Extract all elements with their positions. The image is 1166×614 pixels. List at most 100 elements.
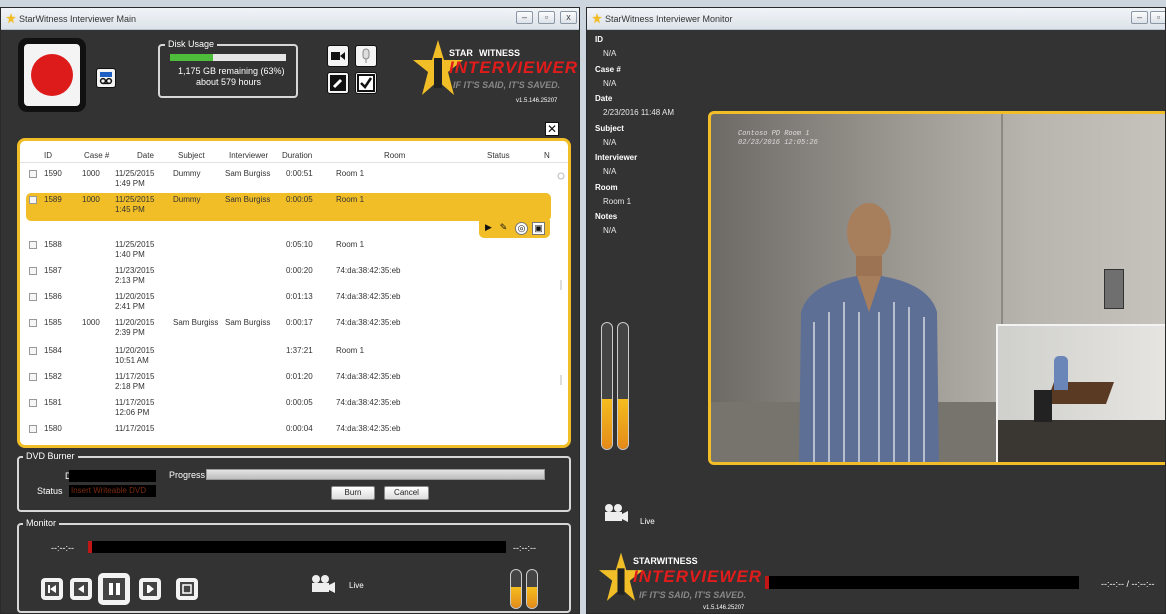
version-label: v1.5.146.25207 [516, 98, 558, 104]
cell-id: 1580 [44, 424, 62, 433]
row-checkbox[interactable] [29, 319, 37, 327]
table-row[interactable]: 1581 11/17/2015 0:00:05 74:da:38:42:35:eb 12… [20, 397, 568, 421]
cancel-button[interactable]: Cancel [384, 486, 429, 500]
info-value: Room 1 [603, 196, 632, 206]
close-window-button[interactable]: x [560, 11, 577, 24]
monitor-window-seek-bar[interactable] [765, 576, 1079, 589]
col-date[interactable]: Date [137, 151, 154, 160]
row-checkbox[interactable] [29, 241, 37, 249]
edit-recording-button[interactable]: ✎ [497, 222, 510, 235]
cell-id: 1584 [44, 346, 62, 355]
col-room[interactable]: Room [384, 151, 405, 160]
table-row[interactable]: 1586 11/20/2015 0:01:13 74:da:38:42:35:eb 2:… [20, 291, 568, 315]
col-subject[interactable]: Subject [178, 151, 205, 160]
row-checkbox[interactable] [29, 170, 37, 178]
checklist-button[interactable] [355, 72, 377, 94]
app-star-icon [6, 13, 16, 24]
col-notes[interactable]: N [544, 151, 550, 160]
overlay-line-2: 02/23/2016 12:05:26 [738, 139, 818, 147]
cell-room: 74:da:38:42:35:eb [336, 292, 401, 301]
disk-usage-bar [170, 54, 286, 61]
cell-case: 1000 [82, 195, 100, 204]
table-row[interactable]: 1584 11/20/2015 1:37:21 Room 1 10:51 AM [20, 345, 568, 369]
list-header: ID Case # Date Subject Interviewer Durat… [20, 149, 568, 163]
bookmark-button[interactable] [176, 578, 198, 600]
cell-room: 74:da:38:42:35:eb [336, 372, 401, 381]
cell-date1: 11/20/2015 [115, 318, 155, 327]
table-row[interactable]: 1590 1000 11/25/2015 Dummy Sam Burgiss 0:00:5… [20, 168, 568, 192]
recordings-list: ID Case # Date Subject Interviewer Durat… [17, 138, 571, 448]
maximize-button[interactable]: ▫ [1150, 11, 1165, 24]
cell-id: 1581 [44, 398, 62, 407]
pause-button[interactable] [98, 573, 130, 605]
logo-witness-text: WITNESS [479, 48, 521, 58]
minimize-button[interactable]: – [516, 11, 533, 24]
cell-id: 1590 [44, 169, 62, 178]
play-recording-button[interactable]: ▶ [482, 222, 495, 235]
overlay-line-1: Contoso PD Room 1 [738, 130, 810, 138]
maximize-button[interactable]: ▫ [538, 11, 555, 24]
step-forward-button[interactable] [139, 578, 161, 600]
list-scrollbar[interactable] [556, 165, 566, 445]
col-id[interactable]: ID [44, 151, 52, 160]
monitor-legend: Monitor [23, 518, 60, 528]
info-label: Interviewer [595, 153, 638, 162]
info-label: Notes [595, 212, 618, 221]
table-row[interactable]: 1587 11/23/2015 0:00:20 74:da:38:42:35:eb 2:… [20, 265, 568, 289]
table-row[interactable]: 1582 11/17/2015 0:01:20 74:da:38:42:35:eb 2:… [20, 371, 568, 395]
cell-date1: 11/20/2015 [115, 346, 155, 355]
table-row[interactable]: 1588 11/25/2015 0:05:10 Room 1 1:40 PM [20, 239, 568, 263]
row-checkbox[interactable] [29, 293, 37, 301]
disc-field[interactable] [69, 470, 156, 482]
row-checkbox[interactable] [29, 399, 37, 407]
camera-button[interactable] [327, 45, 349, 67]
cell-date1: 11/17/2015 [115, 372, 155, 381]
record-button[interactable] [18, 38, 86, 112]
cell-duration: 0:01:13 [286, 292, 313, 301]
record-icon [31, 54, 73, 96]
col-duration[interactable]: Duration [282, 151, 312, 160]
video-camera-icon [331, 52, 345, 60]
row-checkbox[interactable] [29, 267, 37, 275]
cell-id: 1589 [44, 195, 62, 204]
col-case[interactable]: Case # [84, 151, 109, 160]
monitor-window-live-label: Live [640, 517, 655, 526]
monitor-titlebar: StarWitness Interviewer Monitor – ▫ [587, 8, 1165, 30]
row-checkbox[interactable] [29, 425, 37, 433]
cell-duration: 0:00:17 [286, 318, 313, 327]
col-interviewer[interactable]: Interviewer [229, 151, 268, 160]
table-row[interactable]: 1589 1000 11/25/2015 Dummy Sam Burgiss 0:00:0… [20, 194, 568, 218]
cell-duration: 0:00:51 [286, 169, 313, 178]
burn-button[interactable]: Burn [331, 486, 375, 500]
logo-interviewer-text: INTERVIEWER [449, 58, 579, 77]
seek-marker [88, 541, 92, 553]
voicemail-button[interactable] [96, 68, 116, 88]
row-checkbox[interactable] [29, 196, 37, 204]
info-label: Case # [595, 64, 621, 74]
skip-back-icon [45, 582, 59, 596]
info-value: N/A [603, 137, 617, 147]
row-checkbox[interactable] [29, 347, 37, 355]
disk-remaining-text: 1,175 GB remaining (63%) [178, 66, 285, 76]
main-window: StarWitness Interviewer Main – ▫ x Disk … [0, 7, 580, 614]
monitor-meter-right [617, 322, 629, 450]
cell-room: 74:da:38:42:35:eb [336, 266, 401, 275]
monitor-seek-bar[interactable] [88, 541, 506, 553]
save-recording-button[interactable]: ▣ [532, 222, 545, 235]
col-status[interactable]: Status [487, 151, 510, 160]
minimize-button[interactable]: – [1131, 11, 1148, 24]
burn-recording-button[interactable]: ◎ [515, 222, 528, 235]
settings-button[interactable] [327, 72, 349, 94]
table-row[interactable]: 1585 1000 11/20/2015 Sam Burgiss Sam Burgiss… [20, 317, 568, 341]
skip-back-button[interactable] [41, 578, 63, 600]
cell-id: 1582 [44, 372, 62, 381]
table-row[interactable]: 1580 11/17/2015 0:00:04 74:da:38:42:35:eb [20, 423, 568, 445]
cell-interviewer: Sam Burgiss [225, 169, 271, 178]
row-checkbox[interactable] [29, 373, 37, 381]
microphone-button[interactable] [355, 45, 377, 67]
step-back-button[interactable] [70, 578, 92, 600]
cell-time: 2:39 PM [115, 328, 145, 337]
cell-duration: 1:37:21 [286, 346, 313, 355]
close-list-button[interactable]: ✕ [545, 122, 559, 136]
cell-date1: 11/23/2015 [115, 266, 155, 275]
